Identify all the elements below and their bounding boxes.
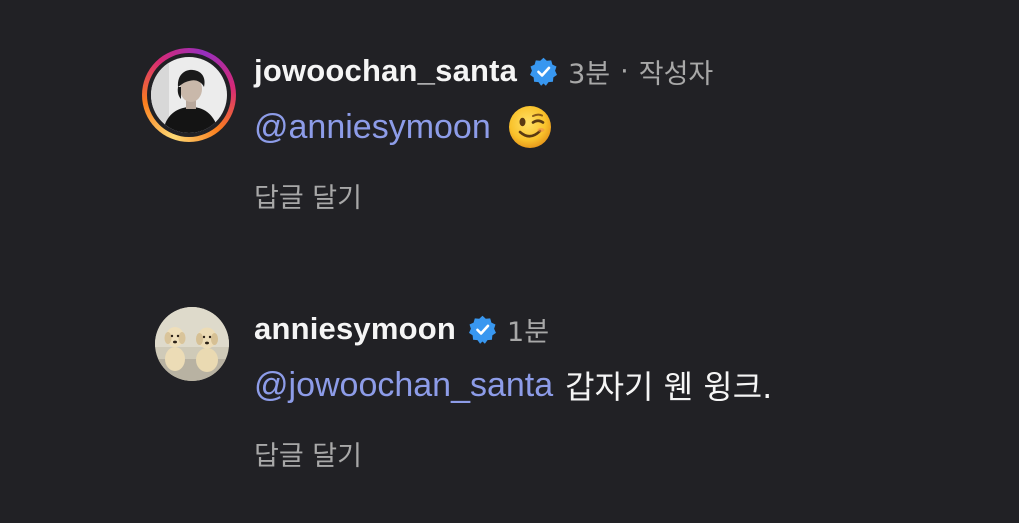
winking-face-icon [507,104,553,150]
avatar-photo [151,57,227,133]
comment-body: @anniesymoon [254,96,713,158]
username[interactable]: jowoochan_santa [254,53,517,89]
mention-link[interactable]: @jowoochan_santa [254,366,553,405]
reply-button[interactable]: 답글 달기 [254,176,362,215]
mention-link[interactable]: @anniesymoon [254,108,491,147]
reply-button[interactable]: 답글 달기 [254,434,362,473]
avatar[interactable] [155,307,229,381]
comment-text: 갑자기 웬 윙크. [565,368,773,406]
comment-header: jowoochan_santa 3분 · 작성자 [254,46,713,96]
username[interactable]: anniesymoon [254,311,456,347]
timestamp: 3분 [568,58,611,90]
meta-separator: · [620,55,629,87]
comment-header: anniesymoon 1분 [254,304,772,354]
author-tag: 작성자 [638,58,714,90]
timestamp: 1분 [507,316,550,348]
comment-content: anniesymoon 1분 @jowoochan_santa 갑자기 웬 윙크… [254,304,772,473]
verified-badge-icon [529,57,558,86]
comment-body: @jowoochan_santa 갑자기 웬 윙크. [254,354,772,416]
comment-content: jowoochan_santa 3분 · 작성자 @anniesymoon 답글… [254,46,713,215]
avatar[interactable] [140,46,238,144]
verified-badge-icon [468,315,497,344]
